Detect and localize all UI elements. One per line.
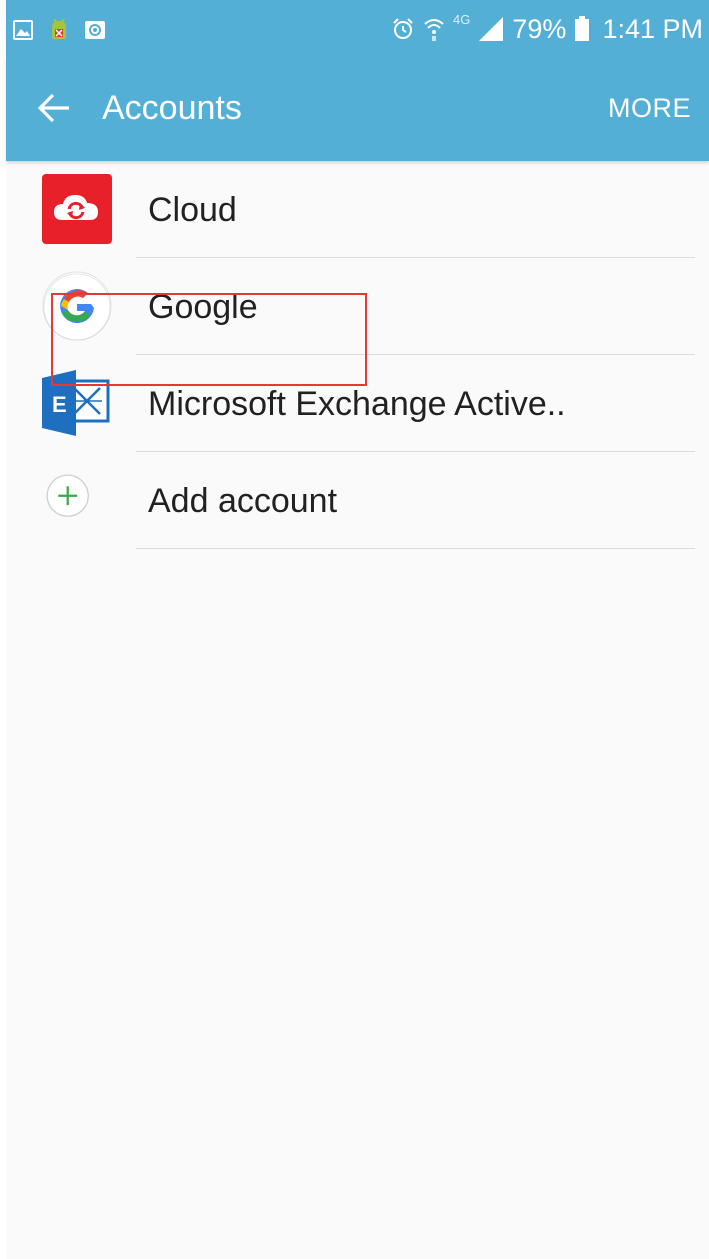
clock: 1:41 PM [602,14,703,44]
notification-icons [12,17,106,43]
cloud-icon [42,174,112,244]
app-bar: Accounts MORE [6,58,709,161]
account-item-cloud[interactable]: Cloud [6,161,709,258]
divider [136,548,695,549]
account-label: Cloud [148,191,237,229]
email-icon [85,21,105,39]
page-title: Accounts [102,89,242,127]
add-icon [46,474,89,517]
account-label: Microsoft Exchange Active.. [148,385,566,423]
highlight-box [51,293,367,386]
more-button[interactable]: MORE [608,90,691,126]
android-debug-icon [52,18,66,39]
screen: 4G 79% 1:41 PM Accounts MORE Cloud Googl… [6,0,709,1259]
wifi-calling-icon [424,19,444,41]
network-type: 4G [453,12,471,27]
signal-icon [479,17,504,41]
system-status: 4G 79% 1:41 PM [391,11,703,47]
svg-text:E: E [52,392,67,417]
battery-percentage: 79% [512,14,567,44]
gallery-icon [13,20,33,40]
back-button[interactable] [32,86,76,130]
battery-icon [575,16,590,41]
arrow-back-icon [37,93,69,123]
add-account-button[interactable]: Add account [6,452,709,549]
status-bar: 4G 79% 1:41 PM [6,0,709,58]
account-label: Add account [148,482,338,520]
alarm-icon [393,18,413,39]
